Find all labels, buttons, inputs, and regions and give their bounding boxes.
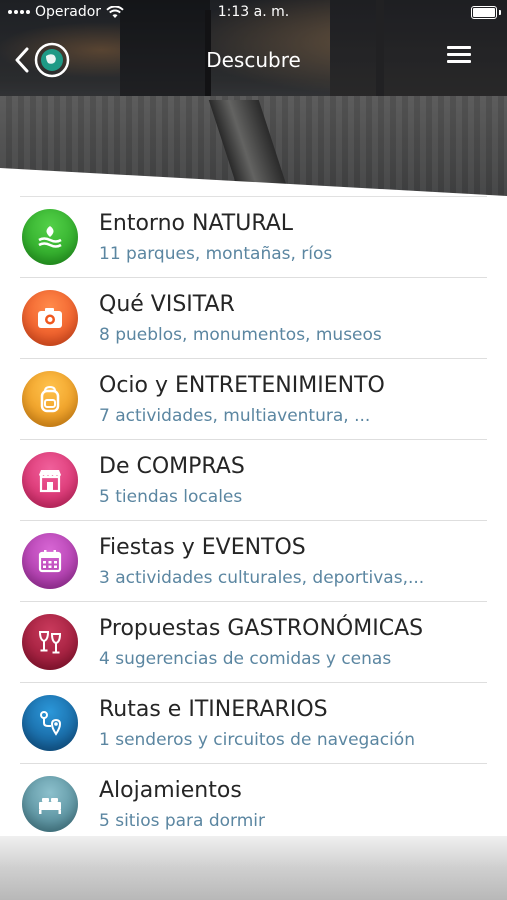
category-title: Entorno NATURAL: [99, 211, 294, 236]
category-list: Entorno NATURAL 11 parques, montañas, rí…: [20, 196, 487, 845]
category-title: Propuestas GASTRONÓMICAS: [99, 616, 424, 641]
page-title: Descubre: [206, 48, 301, 72]
category-title: Rutas e ITINERARIOS: [99, 697, 328, 722]
category-subtitle: 3 actividades culturales, deportivas,...: [99, 568, 425, 588]
bed-icon: [22, 776, 78, 832]
category-subtitle: 11 parques, montañas, ríos: [99, 244, 333, 264]
category-title: Ocio y ENTRETENIMIENTO: [99, 373, 385, 398]
category-subtitle: 1 senderos y circuitos de navegación: [99, 730, 415, 750]
route-icon: [22, 695, 78, 751]
category-subtitle: 5 sitios para dormir: [99, 811, 266, 831]
nature-icon: [22, 209, 78, 265]
category-propuestas-gastronomicas[interactable]: Propuestas GASTRONÓMICAS 4 sugerencias d…: [20, 602, 487, 683]
battery-icon: [471, 6, 501, 19]
shop-icon: [22, 452, 78, 508]
category-rutas-itinerarios[interactable]: Rutas e ITINERARIOS 1 senderos y circuit…: [20, 683, 487, 764]
category-title: Alojamientos: [99, 778, 242, 803]
wine-glasses-icon: [22, 614, 78, 670]
category-title: De COMPRAS: [99, 454, 245, 479]
category-subtitle: 8 pueblos, monumentos, museos: [99, 325, 382, 345]
category-title: Qué VISITAR: [99, 292, 235, 317]
bottom-shadow: [0, 836, 507, 900]
category-de-compras[interactable]: De COMPRAS 5 tiendas locales: [20, 440, 487, 521]
header-photo: [0, 0, 507, 200]
category-entorno-natural[interactable]: Entorno NATURAL 11 parques, montañas, rí…: [20, 197, 487, 278]
category-title: Fiestas y EVENTOS: [99, 535, 306, 560]
navigation-bar: Descubre: [0, 36, 507, 84]
category-subtitle: 4 sugerencias de comidas y cenas: [99, 649, 392, 669]
category-ocio-entretenimiento[interactable]: Ocio y ENTRETENIMIENTO 7 actividades, mu…: [20, 359, 487, 440]
menu-button[interactable]: [447, 46, 471, 68]
category-subtitle: 7 actividades, multiaventura, ...: [99, 406, 371, 426]
camera-icon: [22, 290, 78, 346]
status-bar: Operador 1:13 a. m.: [0, 0, 507, 26]
calendar-icon: [22, 533, 78, 589]
backpack-icon: [22, 371, 78, 427]
category-que-visitar[interactable]: Qué VISITAR 8 pueblos, monumentos, museo…: [20, 278, 487, 359]
clock: 1:13 a. m.: [217, 4, 290, 20]
category-alojamientos[interactable]: Alojamientos 5 sitios para dormir: [20, 764, 487, 845]
category-fiestas-eventos[interactable]: Fiestas y EVENTOS 3 actividades cultural…: [20, 521, 487, 602]
category-subtitle: 5 tiendas locales: [99, 487, 243, 507]
